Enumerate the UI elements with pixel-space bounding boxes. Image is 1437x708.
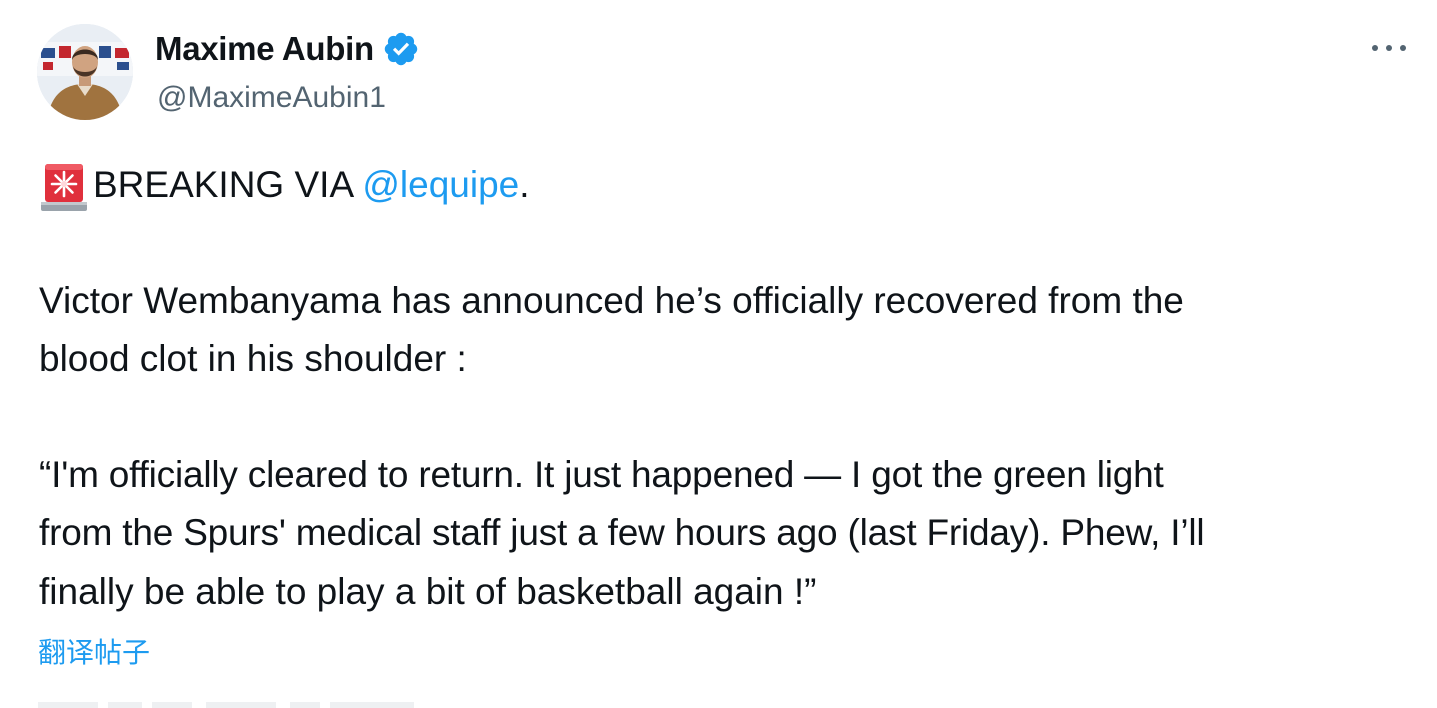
tweet-quote-line-3: finally be able to play a bit of basketb…	[39, 571, 817, 612]
tweet-quote-line-2: from the Spurs' medical staff just a few…	[39, 512, 1205, 553]
tweet-card: Maxime Aubin @MaximeAubin1 BREAKING VIA …	[0, 0, 1437, 708]
tweet-text-line-2: Victor Wembanyama has announced he’s off…	[39, 280, 1184, 321]
cut-off-metadata-row	[30, 694, 430, 708]
author-avatar[interactable]	[37, 24, 133, 120]
more-options-icon[interactable]	[1368, 30, 1416, 66]
rotating-light-emoji-icon	[39, 158, 89, 212]
author-handle[interactable]: @MaximeAubin1	[157, 78, 386, 118]
tweet-text-breaking: BREAKING VIA	[93, 164, 363, 205]
translate-post-link[interactable]: 翻译帖子	[38, 633, 150, 673]
tweet-text-line-3: blood clot in his shoulder :	[39, 338, 467, 379]
mention-link[interactable]: @lequipe	[362, 156, 519, 214]
author-name-row: Maxime Aubin	[155, 27, 420, 71]
verified-badge-icon[interactable]	[382, 30, 420, 68]
author-name[interactable]: Maxime Aubin	[155, 27, 374, 71]
tweet-quote-line-1: “I'm officially cleared to return. It ju…	[39, 454, 1164, 495]
tweet-text-line-1: BREAKING VIA @lequipe.	[39, 156, 530, 214]
tweet-text-period: .	[519, 164, 530, 205]
